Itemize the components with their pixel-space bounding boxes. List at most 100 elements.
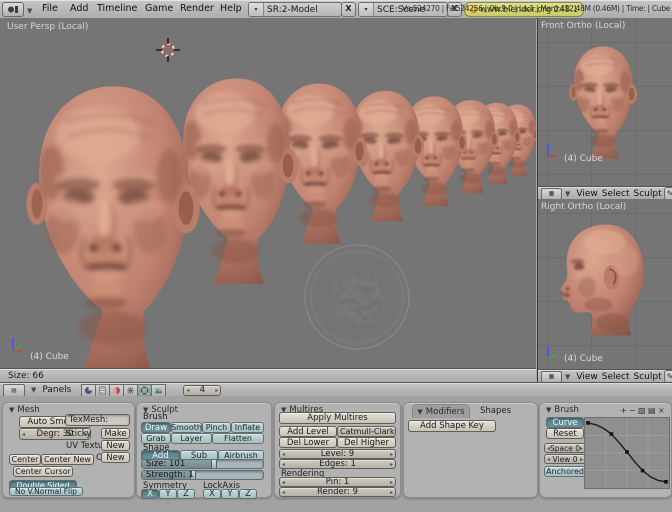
menu-game[interactable]: Game xyxy=(143,3,175,15)
screen-selector[interactable]: ▾ SR:2-Model xyxy=(248,2,342,17)
curve-clip-icon[interactable]: ▧ xyxy=(638,407,646,415)
center-button[interactable]: Center xyxy=(9,454,41,465)
symmetry-x-toggle[interactable]: X xyxy=(141,489,159,499)
size-slider[interactable]: Size: 101 xyxy=(141,459,264,469)
spinner-right-icon[interactable]: ▸ xyxy=(390,461,393,468)
anchored-toggle[interactable]: Anchored xyxy=(544,466,586,477)
window-type-icon[interactable]: ▤ xyxy=(3,384,25,397)
screen-browse-icon[interactable]: ▾ xyxy=(249,3,264,16)
shapes-panel: ▼Modifiers Shapes Add Shape Key xyxy=(403,402,538,498)
viewport-side[interactable]: Right Ortho (Local) (4) Cube xyxy=(537,199,672,369)
window-type-icon[interactable]: ▦ xyxy=(541,371,562,383)
panels-menu[interactable]: Panels xyxy=(42,385,71,395)
menu-view[interactable]: View xyxy=(574,188,599,200)
scene-browse-icon[interactable]: ▾ xyxy=(359,3,374,16)
brush-draw-toggle[interactable]: Draw xyxy=(141,422,171,433)
menu-render[interactable]: Render xyxy=(178,3,216,15)
panel-title: Brush xyxy=(554,405,579,415)
viewport-main[interactable]: User Persp (Local) (4) Cube xyxy=(0,18,536,368)
lockaxis-y-toggle[interactable]: Y xyxy=(221,489,239,499)
spinner-right-icon[interactable]: ▸ xyxy=(580,445,583,452)
brush-panel: ▼Brush Curve Reset ◂Space 0▸ ◂View 0▸ An… xyxy=(539,402,672,498)
view-spinner[interactable]: ◂View 0▸ xyxy=(544,454,586,464)
reset-button[interactable]: Reset xyxy=(546,428,584,439)
brush-inflate-toggle[interactable]: Inflate xyxy=(231,422,264,433)
head-side xyxy=(561,224,644,335)
window-type-icon[interactable]: ▦ xyxy=(541,188,562,200)
pin-spinner[interactable]: ◂Pin: 1▸ xyxy=(279,477,396,487)
curve-delete-icon[interactable]: × xyxy=(658,407,665,415)
blender-logo-icon[interactable] xyxy=(2,2,24,17)
add-level-button[interactable]: Add Level xyxy=(279,426,337,437)
brush-pinch-toggle[interactable]: Pinch xyxy=(202,422,231,433)
space-spinner[interactable]: ◂Space 0▸ xyxy=(544,443,586,453)
lockaxis-z-toggle[interactable]: Z xyxy=(239,489,257,499)
menu-sculpt[interactable]: Sculpt xyxy=(632,371,664,383)
del-higher-button[interactable]: Del Higher xyxy=(337,437,396,448)
brush-falloff-curve[interactable] xyxy=(584,417,670,489)
del-lower-button[interactable]: Del Lower xyxy=(279,437,337,448)
tab-modifiers[interactable]: ▼Modifiers xyxy=(412,404,470,418)
menu-select[interactable]: Select xyxy=(600,371,632,383)
spinner-right-icon[interactable]: ▸ xyxy=(390,479,393,486)
menu-file[interactable]: File xyxy=(40,3,60,15)
center-cursor-button[interactable]: Center Cursor xyxy=(13,466,73,477)
scene-context-icon[interactable] xyxy=(151,384,166,397)
render-spinner[interactable]: ◂Render: 9▸ xyxy=(279,487,396,497)
curve-toggle[interactable]: Curve xyxy=(546,417,584,428)
symmetry-z-toggle[interactable]: Z xyxy=(177,489,195,499)
menu-help[interactable]: Help xyxy=(218,3,244,15)
spinner-right-icon[interactable]: ▸ xyxy=(390,451,393,458)
logic-context-icon[interactable] xyxy=(81,384,96,397)
editing-context-icon[interactable] xyxy=(137,384,152,397)
menu-sculpt[interactable]: Sculpt xyxy=(632,188,664,200)
edges-spinner[interactable]: ◂Edges: 1▸ xyxy=(279,459,396,469)
menu-select[interactable]: Select xyxy=(600,188,632,200)
texmesh-field[interactable]: TexMesh: xyxy=(65,414,130,426)
tab-shapes[interactable]: Shapes xyxy=(480,406,511,416)
brush-flatten-toggle[interactable]: Flatten xyxy=(212,433,264,444)
panel-collapse-icon[interactable]: ▼ xyxy=(546,406,551,414)
level-spinner[interactable]: ◂Level: 9▸ xyxy=(279,449,396,459)
apply-multires-button[interactable]: Apply Multires xyxy=(279,412,396,424)
spinner-right-icon[interactable]: ▸ xyxy=(215,387,218,394)
brush-texture-blob xyxy=(305,245,409,349)
panel-collapse-icon[interactable]: ▼ xyxy=(9,406,14,414)
header-collapse-icon[interactable]: ▼ xyxy=(565,190,570,198)
axis-gizmo xyxy=(8,334,28,354)
strength-slider[interactable]: Strength: 1 xyxy=(141,470,264,480)
spinner-right-icon[interactable]: ▸ xyxy=(580,456,583,463)
sticky-label: Sticky xyxy=(66,429,91,439)
header-collapse-icon[interactable]: ▼ xyxy=(31,386,36,394)
buttons-context-spinner[interactable]: ◂ 4 ▸ xyxy=(183,385,221,396)
shading-context-icon[interactable] xyxy=(109,384,124,397)
object-context-icon[interactable] xyxy=(123,384,138,397)
vcol-new-button[interactable]: New xyxy=(101,452,130,463)
center-new-button[interactable]: Center New xyxy=(41,454,94,465)
slider-knob[interactable] xyxy=(211,460,217,468)
curve-zoom-out-icon[interactable]: − xyxy=(629,407,636,415)
lockaxis-x-toggle[interactable]: X xyxy=(203,489,221,499)
viewport-front[interactable]: Front Ortho (Local) (4) Cube xyxy=(537,18,672,186)
symmetry-y-toggle[interactable]: Y xyxy=(159,489,177,499)
brush-smooth-toggle[interactable]: Smooth xyxy=(171,422,202,433)
brush-layer-toggle[interactable]: Layer xyxy=(171,433,212,444)
axis-gizmo xyxy=(543,140,563,160)
curve-zoom-in-icon[interactable]: + xyxy=(620,407,627,415)
menu-add[interactable]: Add xyxy=(68,3,90,15)
menu-timeline[interactable]: Timeline xyxy=(95,3,139,15)
spinner-right-icon[interactable]: ▸ xyxy=(390,489,393,496)
no-vnormal-flip-toggle[interactable]: No V.Normal Flip xyxy=(9,487,83,496)
add-shape-key-button[interactable]: Add Shape Key xyxy=(408,420,496,432)
curve-tools-icon[interactable]: ▤ xyxy=(648,407,656,415)
header-collapse-icon[interactable]: ▼ xyxy=(25,5,34,17)
sculpt-scene xyxy=(0,18,536,368)
blender-window: ▼ File Add Timeline Game Render Help ▾ S… xyxy=(0,0,672,512)
script-context-icon[interactable] xyxy=(95,384,110,397)
header-collapse-icon[interactable]: ▼ xyxy=(565,373,570,381)
subdiv-type-dropdown[interactable]: Catmull-Clark▾ xyxy=(337,426,396,437)
uv-new-button[interactable]: New xyxy=(101,440,130,451)
sticky-make-button[interactable]: Make xyxy=(101,428,130,439)
screen-delete-button[interactable]: X xyxy=(341,2,356,17)
menu-view[interactable]: View xyxy=(574,371,599,383)
